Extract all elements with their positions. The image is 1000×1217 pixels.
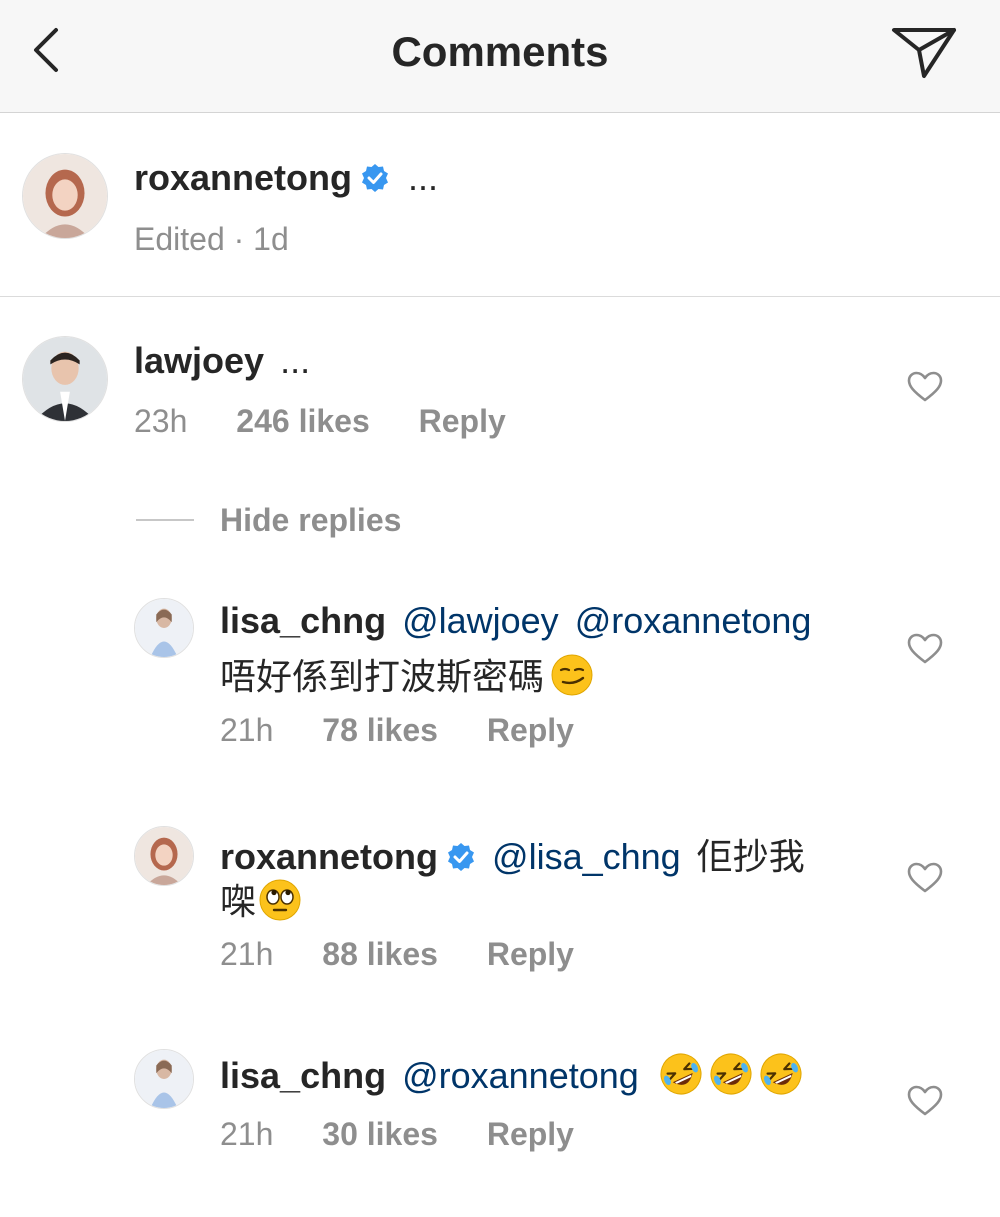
share-button[interactable] [886,20,962,86]
post-caption: roxannetong ... Edited · 1d [0,113,1000,297]
meta-separator: · [233,221,245,257]
verified-badge-icon [362,164,389,192]
verified-badge-icon [448,843,475,871]
rofl-emoji [659,1052,703,1096]
heart-icon [907,371,943,402]
caption-time: 1d [253,221,289,257]
reply-time: 21h [220,712,274,748]
edited-label: Edited [134,221,225,257]
paper-plane-icon [892,28,956,78]
page-title: Comments [391,28,609,75]
reply-text: 佢抄我 [696,836,805,877]
heart-icon [907,633,943,664]
caption-text: ... [408,157,439,198]
likes-count[interactable]: 78 likes [322,712,438,748]
avatar[interactable] [134,826,194,886]
reply-button[interactable]: Reply [419,403,506,439]
reply-time: 21h [220,936,274,972]
comments-screen: Comments roxannetong ... Edited · 1d law… [0,0,1000,1217]
caption-username[interactable]: roxannetong [134,157,352,198]
reply-button[interactable]: Reply [487,712,574,748]
smirking-face-emoji [550,653,594,697]
comment-time: 23h [134,403,188,439]
likes-count[interactable]: 246 likes [236,403,369,439]
avatar[interactable] [22,336,108,422]
like-button[interactable] [907,371,943,403]
reply-username[interactable]: roxannetong [220,836,438,877]
reply-username[interactable]: lisa_chng [220,600,386,641]
reply-text-continued: 㗎 [220,881,257,922]
like-button[interactable] [907,1085,943,1117]
mention-link[interactable]: @roxannetong [402,1055,639,1096]
like-button[interactable] [907,862,943,894]
mention-link[interactable]: @lawjoey [402,600,559,641]
reply-time: 21h [220,1116,274,1152]
comment-text: ... [280,340,311,381]
comment-username[interactable]: lawjoey [134,340,264,381]
rofl-emoji [759,1052,803,1096]
heart-icon [907,862,943,893]
likes-count[interactable]: 30 likes [322,1116,438,1152]
likes-count[interactable]: 88 likes [322,936,438,972]
like-button[interactable] [907,633,943,665]
reply-text: 唔好係到打波斯密碼 [220,656,545,697]
reply-button[interactable]: Reply [487,936,574,972]
avatar[interactable] [134,598,194,658]
rofl-emoji [709,1052,753,1096]
rolling-eyes-emoji [258,878,302,922]
replies-divider [136,519,194,521]
mention-link[interactable]: @lisa_chng [492,836,681,877]
header-bar: Comments [0,0,1000,113]
mention-link[interactable]: @roxannetong [575,600,812,641]
reply-button[interactable]: Reply [487,1116,574,1152]
hide-replies-button[interactable]: Hide replies [220,502,401,539]
avatar[interactable] [134,1049,194,1109]
heart-icon [907,1085,943,1116]
reply-username[interactable]: lisa_chng [220,1055,386,1096]
avatar[interactable] [22,153,108,239]
